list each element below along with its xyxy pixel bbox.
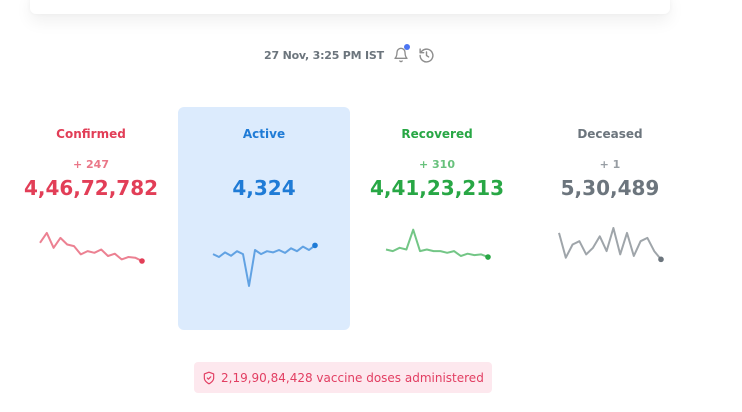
stat-recovered[interactable]: Recovered + 310 4,41,23,213 xyxy=(351,107,523,330)
stat-value: 4,41,23,213 xyxy=(369,176,505,200)
stat-delta: + 310 xyxy=(418,158,455,171)
sparkline-path xyxy=(385,228,489,258)
shield-check-icon xyxy=(203,371,215,384)
stat-value: 5,30,489 xyxy=(560,176,660,200)
stat-active[interactable]: Active 4,324 xyxy=(178,107,350,330)
stat-confirmed[interactable]: Confirmed + 247 4,46,72,782 xyxy=(5,107,177,330)
sparkline-path xyxy=(558,227,662,261)
update-timestamp-row: 27 Nov, 3:25 PM IST xyxy=(0,44,700,64)
sparkline-endpoint xyxy=(312,242,318,249)
vaccine-doses-badge[interactable]: 2,19,90,84,428 vaccine doses administere… xyxy=(194,362,492,393)
stat-delta xyxy=(178,158,350,172)
sparkline-endpoint xyxy=(139,258,145,264)
stat-delta: + 1 xyxy=(599,158,621,171)
sparkline-path xyxy=(39,231,143,262)
stat-label: Active xyxy=(242,127,286,141)
sparkline xyxy=(385,228,491,260)
stat-value: 4,324 xyxy=(232,176,296,200)
sparkline xyxy=(558,227,664,263)
sparkline-endpoint xyxy=(658,256,664,263)
stat-deceased[interactable]: Deceased + 1 5,30,489 xyxy=(524,107,696,330)
stat-delta: + 247 xyxy=(72,158,109,171)
sparkline xyxy=(212,242,318,287)
stat-label: Recovered xyxy=(401,127,473,141)
stat-value: 4,46,72,782 xyxy=(23,176,159,200)
notification-dot xyxy=(403,44,410,50)
sparkline xyxy=(39,231,145,264)
stat-label: Deceased xyxy=(577,127,643,141)
vaccine-doses-text: 2,19,90,84,428 vaccine doses administere… xyxy=(221,370,484,385)
sparkline-path xyxy=(212,244,316,287)
timeline-button[interactable] xyxy=(418,46,436,64)
stat-label: Confirmed xyxy=(56,127,126,141)
search-card xyxy=(30,0,670,14)
sparkline-endpoint xyxy=(485,254,491,260)
history-icon xyxy=(419,47,435,63)
last-updated-timestamp: 27 Nov, 3:25 PM IST xyxy=(264,48,384,62)
notifications-button[interactable] xyxy=(392,44,410,64)
